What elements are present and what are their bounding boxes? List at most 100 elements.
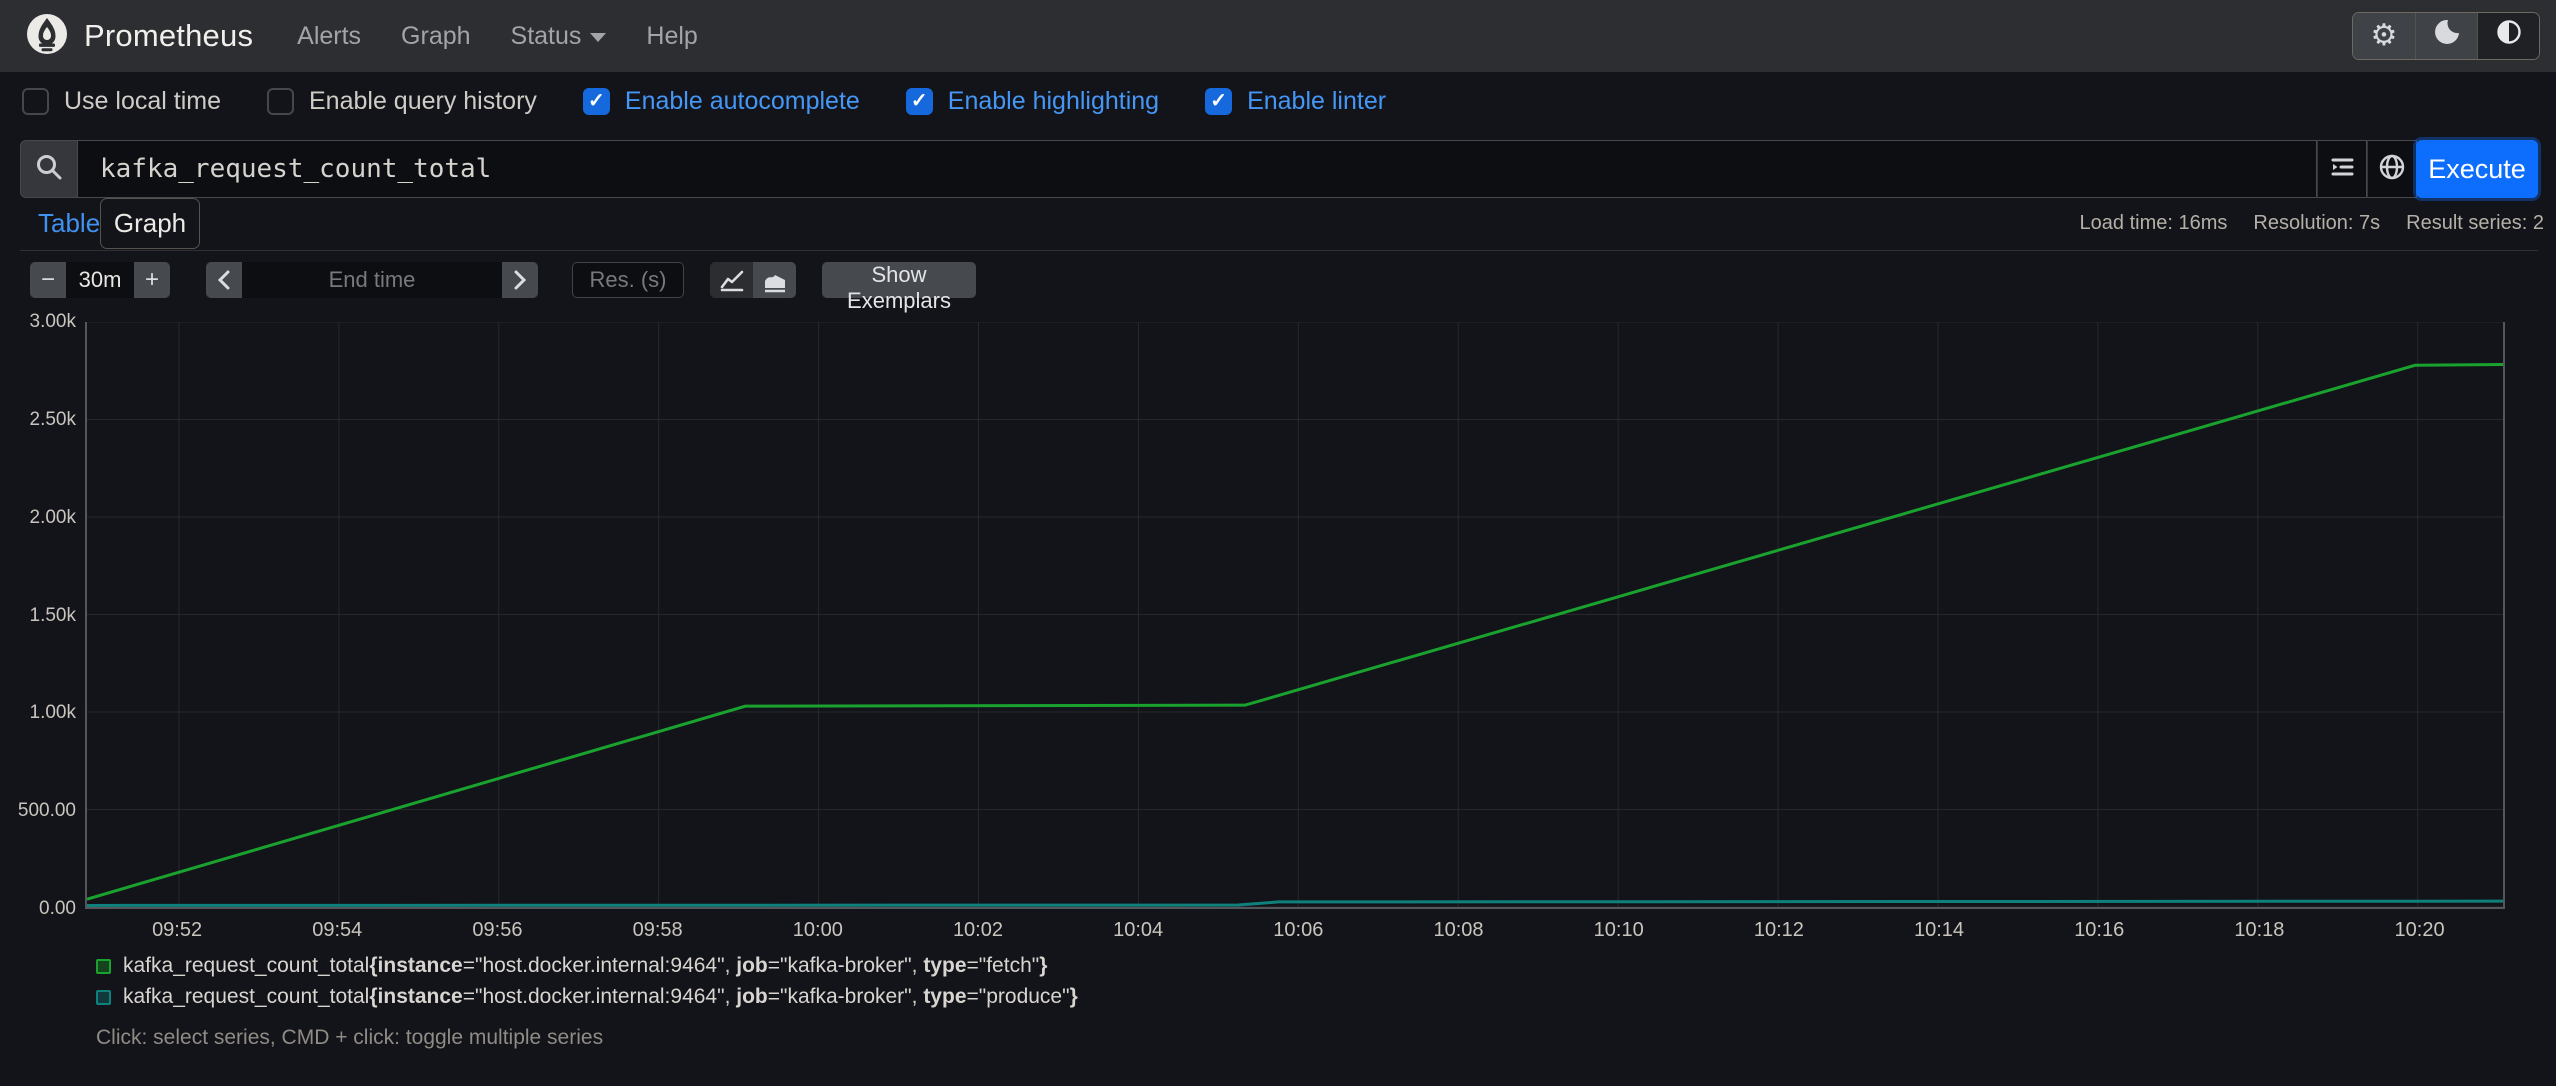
time-forward-button[interactable] xyxy=(502,262,538,298)
checkbox-box[interactable] xyxy=(267,87,294,115)
chevron-down-icon xyxy=(590,33,607,42)
graph-controls: − + Show Exemplars xyxy=(30,262,976,313)
stacked-chart-button[interactable] xyxy=(753,262,796,298)
x-tick-label: 10:00 xyxy=(792,919,843,941)
globe-button[interactable] xyxy=(2367,140,2417,198)
checkbox-box[interactable]: ✓ xyxy=(905,87,933,115)
checkbox-enable-linter[interactable]: ✓ Enable linter xyxy=(1205,87,1386,116)
time-back-button[interactable] xyxy=(206,262,242,298)
x-tick-label: 10:02 xyxy=(952,919,1003,941)
check-icon: ✓ xyxy=(910,90,928,112)
x-tick-label: 10:06 xyxy=(1273,919,1324,941)
chart-canvas xyxy=(87,322,2503,907)
result-tabs-row: Table Graph Load time: 16ms Resolution: 7… xyxy=(0,198,2556,250)
metrics-explorer-icon xyxy=(2327,152,2357,187)
series-line xyxy=(87,365,2503,900)
checkbox-label: Enable linter xyxy=(1247,86,1387,115)
prometheus-logo-icon xyxy=(26,13,68,60)
navbar: Prometheus Alerts Graph Status Help ⚙ xyxy=(0,0,2556,72)
nav-link-label: Status xyxy=(510,21,582,50)
half-circle-theme-button[interactable] xyxy=(2477,13,2539,59)
y-tick-label: 0.00 xyxy=(39,898,76,919)
y-tick-label: 1.50k xyxy=(29,604,76,626)
chevron-right-icon xyxy=(514,270,527,290)
panel-divider xyxy=(20,250,2538,251)
end-time-stepper xyxy=(206,262,538,298)
query-bar: Execute xyxy=(20,140,2538,198)
y-tick-label: 2.00k xyxy=(29,506,76,528)
range-decrease-button[interactable]: − xyxy=(30,262,66,298)
y-tick-label: 1.00k xyxy=(29,702,76,724)
execute-button[interactable]: Execute xyxy=(2416,140,2538,198)
stat-item: Resolution: 7s xyxy=(2253,212,2381,234)
checkbox-label: Enable autocomplete xyxy=(624,86,860,115)
nav-links: Alerts Graph Status Help xyxy=(297,22,698,51)
chart-plot-area[interactable] xyxy=(85,322,2505,909)
y-tick-label: 2.50k xyxy=(29,408,76,430)
nav-link-status[interactable]: Status xyxy=(511,22,607,51)
nav-link-alerts[interactable]: Alerts xyxy=(297,22,361,51)
checkbox-box[interactable] xyxy=(22,87,49,115)
query-options-row: Use local time Enable query history ✓ Enabl… xyxy=(22,72,1386,130)
chevron-left-icon xyxy=(217,270,230,290)
y-tick-label: 3.00k xyxy=(29,311,76,332)
x-tick-label: 10:16 xyxy=(2074,919,2125,941)
nav-link-help[interactable]: Help xyxy=(646,22,697,51)
line-chart-button[interactable] xyxy=(710,262,753,298)
nav-link-label: Alerts xyxy=(297,21,362,50)
checkbox-label: Enable query history xyxy=(309,86,537,115)
checkbox-enable-autocomplete[interactable]: ✓ Enable autocomplete xyxy=(582,86,860,116)
checkbox-box[interactable]: ✓ xyxy=(582,87,610,115)
checkbox-box[interactable]: ✓ xyxy=(1205,87,1233,115)
checkbox-use-local-time[interactable]: Use local time xyxy=(22,87,221,116)
stat-item: Result series: 2 xyxy=(2406,212,2544,234)
x-tick-label: 10:14 xyxy=(1914,919,1965,941)
show-exemplars-button[interactable]: Show Exemplars xyxy=(822,262,976,313)
checkbox-label: Use local time xyxy=(64,86,221,115)
legend-swatch xyxy=(96,989,111,1005)
tab-graph[interactable]: Graph xyxy=(100,198,200,249)
brand[interactable]: Prometheus xyxy=(26,13,253,60)
nav-link-graph[interactable]: Graph xyxy=(401,22,470,51)
x-tick-label: 10:08 xyxy=(1433,919,1484,941)
legend-item[interactable]: kafka_request_count_total{instance="host… xyxy=(96,954,1078,978)
x-tick-label: 09:56 xyxy=(472,919,523,941)
checkbox-enable-query-history[interactable]: Enable query history xyxy=(267,87,537,116)
end-time-input[interactable] xyxy=(242,262,502,298)
chart-legend: kafka_request_count_total{instance="host… xyxy=(96,954,1078,1009)
gear-icon: ⚙ xyxy=(2370,19,2398,52)
query-input[interactable] xyxy=(77,140,2317,198)
legend-item[interactable]: kafka_request_count_total{instance="host… xyxy=(96,985,1078,1009)
legend-swatch xyxy=(96,958,111,974)
checkbox-enable-highlighting[interactable]: ✓ Enable highlighting xyxy=(905,86,1160,116)
series-line xyxy=(87,901,2503,905)
range-increase-button[interactable]: + xyxy=(134,262,170,298)
x-tick-label: 10:20 xyxy=(2394,919,2445,941)
legend-label: kafka_request_count_total{instance="host… xyxy=(123,985,1078,1008)
x-tick-label: 09:54 xyxy=(312,919,363,941)
nav-link-label: Help xyxy=(646,21,698,50)
x-tick-label: 09:58 xyxy=(632,919,683,941)
stacked-chart-icon xyxy=(764,275,785,293)
line-chart-icon xyxy=(720,270,743,292)
gear-theme-button[interactable]: ⚙ xyxy=(2353,13,2415,59)
moon-icon xyxy=(2433,18,2461,54)
stat-item: Load time: 16ms xyxy=(2079,212,2228,234)
search-addon xyxy=(20,140,77,198)
tab-table[interactable]: Table xyxy=(38,208,100,239)
range-input[interactable] xyxy=(66,262,134,298)
app-title: Prometheus xyxy=(84,18,254,53)
checkbox-label: Enable highlighting xyxy=(947,86,1160,115)
y-axis: 0.00 500.00 1.00k 1.50k 2.00k 2.50k 3.00k xyxy=(0,311,76,919)
legend-hint: Click: select series, CMD + click: toggl… xyxy=(96,1026,604,1049)
x-tick-label: 10:04 xyxy=(1113,919,1164,941)
resolution-input[interactable] xyxy=(572,262,684,298)
metrics-explorer-button[interactable] xyxy=(2317,140,2367,198)
legend-label: kafka_request_count_total{instance="host… xyxy=(123,954,1048,977)
x-tick-label: 10:12 xyxy=(1753,919,1804,941)
search-icon xyxy=(35,153,63,186)
y-tick-label: 500.00 xyxy=(17,800,76,822)
moon-theme-button[interactable] xyxy=(2415,13,2477,59)
